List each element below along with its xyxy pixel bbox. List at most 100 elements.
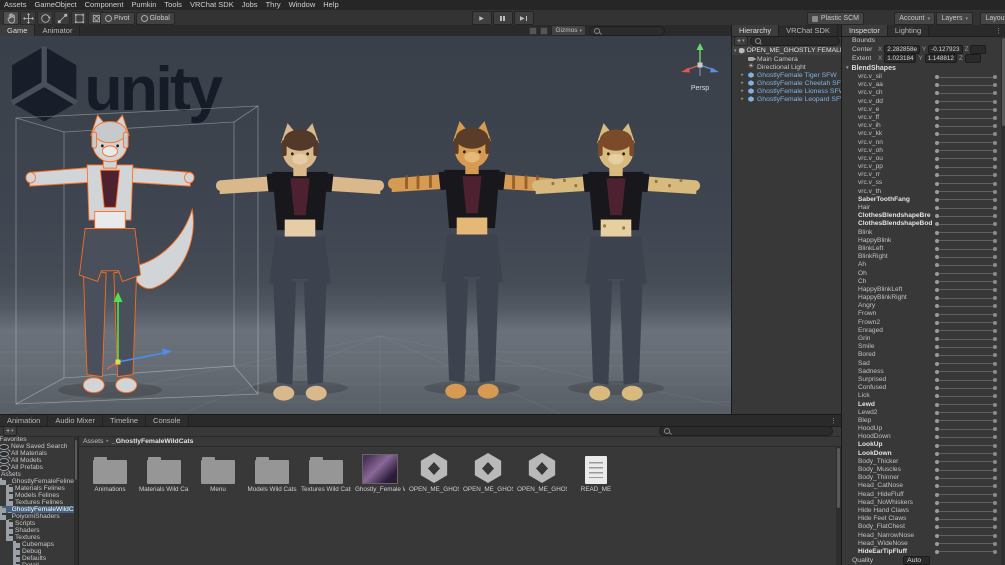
scene-root-row[interactable]: ▾ OPEN_ME_GHOSTLY FEMALE Wild ⋮: [732, 46, 842, 55]
tree-item[interactable]: Debug: [0, 548, 78, 555]
inspector-tab[interactable]: Lighting: [887, 25, 930, 36]
asset-item[interactable]: Menu: [195, 452, 241, 493]
character-tan-cat[interactable]: [214, 120, 386, 408]
blendshape-slider[interactable]: [935, 435, 997, 440]
blendshape-slider[interactable]: [935, 443, 997, 448]
project-scrollbar[interactable]: [836, 446, 841, 565]
blendshape-slider[interactable]: [935, 328, 997, 333]
extent-y-field[interactable]: 1.148812: [924, 54, 957, 63]
blendshape-slider[interactable]: [935, 500, 997, 505]
scrollbar-thumb[interactable]: [837, 448, 840, 508]
bottom-tab[interactable]: Audio Mixer: [48, 415, 103, 426]
menu-item[interactable]: Jobs: [238, 0, 262, 10]
center-z-field[interactable]: [970, 45, 987, 54]
blendshape-slider[interactable]: [935, 206, 997, 211]
blendshape-slider[interactable]: [935, 197, 997, 202]
blendshape-slider[interactable]: [935, 386, 997, 391]
tree-item[interactable]: Defaults: [0, 555, 78, 562]
blendshape-slider[interactable]: [935, 312, 997, 317]
asset-item[interactable]: OPEN_ME_GHOS...: [517, 452, 567, 493]
bottom-tab[interactable]: Animation: [0, 415, 49, 426]
asset-item[interactable]: Models Wild Cats: [248, 452, 297, 493]
asset-item[interactable]: Materials Wild Ca...: [139, 452, 189, 493]
blendshape-slider[interactable]: [935, 230, 997, 235]
hierarchy-item[interactable]: ▸ GhostlyFemale Cheetah SFW: [732, 79, 842, 87]
pivot-button[interactable]: Pivot: [100, 12, 135, 25]
blendshape-slider[interactable]: [935, 353, 997, 358]
gizmos-dropdown[interactable]: Gizmos ▾: [551, 25, 586, 36]
blendshape-slider[interactable]: [935, 247, 997, 252]
blendshape-slider[interactable]: [935, 156, 997, 161]
scale-tool-icon[interactable]: [54, 11, 70, 25]
menu-item[interactable]: Component: [81, 0, 128, 10]
asset-item[interactable]: OPEN_ME_GHOS...: [409, 452, 459, 493]
blendshape-slider[interactable]: [935, 345, 997, 350]
scrollbar-thumb[interactable]: [75, 440, 77, 480]
asset-item[interactable]: Textures Wild Cats: [301, 452, 351, 493]
hierarchy-item[interactable]: Main Camera: [732, 55, 842, 63]
step-button[interactable]: ▶: [513, 11, 534, 25]
tree-item[interactable]: All Models: [0, 457, 78, 464]
expand-arrow-icon[interactable]: ▸: [740, 72, 745, 78]
tree-item[interactable]: All Materials: [0, 450, 78, 457]
blendshape-slider[interactable]: [935, 91, 997, 96]
blendshape-slider[interactable]: [935, 271, 997, 276]
tree-item[interactable]: Textures: [0, 534, 78, 541]
extent-x-field[interactable]: 1.023184: [884, 54, 917, 63]
project-search[interactable]: [659, 426, 833, 436]
blendshape-slider[interactable]: [935, 279, 997, 284]
character-leopard[interactable]: [530, 120, 702, 408]
expand-arrow-icon[interactable]: ▸: [740, 80, 745, 86]
move-gizmo[interactable]: [102, 290, 182, 374]
blendshape-slider[interactable]: [935, 83, 997, 88]
blendshape-slider[interactable]: [935, 451, 997, 456]
pause-button[interactable]: [492, 11, 513, 25]
extent-z-field[interactable]: [964, 54, 981, 63]
blendshape-slider[interactable]: [935, 304, 997, 309]
bottom-tab[interactable]: Console: [146, 415, 189, 426]
blendshape-slider[interactable]: [935, 476, 997, 481]
blendshape-slider[interactable]: [935, 148, 997, 153]
rect-tool-icon[interactable]: [71, 11, 87, 25]
blendshape-slider[interactable]: [935, 459, 997, 464]
tree-item[interactable]: Cubemaps: [0, 541, 78, 548]
tree-item[interactable]: Assets: [0, 471, 78, 478]
blendshape-slider[interactable]: [935, 418, 997, 423]
blendshape-slider[interactable]: [935, 75, 997, 80]
hierarchy-item[interactable]: Directional Light: [732, 63, 842, 71]
blendshape-slider[interactable]: [935, 509, 997, 514]
blendshape-slider[interactable]: [935, 124, 997, 129]
bottom-tab[interactable]: Timeline: [102, 415, 147, 426]
blendshape-slider[interactable]: [935, 255, 997, 260]
blendshape-slider[interactable]: [935, 140, 997, 145]
blendshape-slider[interactable]: [935, 369, 997, 374]
blendshape-slider[interactable]: [935, 189, 997, 194]
blendshape-slider[interactable]: [935, 107, 997, 112]
blendshapes-foldout[interactable]: ▾ BlendShapes: [842, 63, 1001, 73]
menu-item[interactable]: Help: [319, 0, 342, 10]
scene-search-input[interactable]: [602, 27, 662, 34]
tree-item[interactable]: All Prefabs: [0, 464, 78, 471]
tree-item[interactable]: Textures Felines: [0, 499, 78, 506]
expand-arrow-icon[interactable]: ▸: [740, 96, 745, 102]
blendshape-slider[interactable]: [935, 337, 997, 342]
global-button[interactable]: Global: [135, 12, 175, 25]
hierarchy-tab[interactable]: VRChat SDK: [779, 25, 838, 36]
blendshape-slider[interactable]: [935, 296, 997, 301]
blendshape-slider[interactable]: [935, 492, 997, 497]
blendshape-slider[interactable]: [935, 525, 997, 530]
menu-item[interactable]: Assets: [0, 0, 31, 10]
asset-item[interactable]: Ghostly_Female Wi...: [355, 452, 405, 493]
tree-item[interactable]: _GhostlyFemaleFelines: [0, 478, 78, 485]
hierarchy-tab[interactable]: Hierarchy: [732, 25, 780, 36]
blendshape-slider[interactable]: [935, 99, 997, 104]
blendshape-slider[interactable]: [935, 378, 997, 383]
blendshape-slider[interactable]: [935, 181, 997, 186]
asset-item[interactable]: OPEN_ME_GHOS...: [463, 452, 513, 493]
blendshape-slider[interactable]: [935, 402, 997, 407]
blendshape-slider[interactable]: [935, 263, 997, 268]
scene-search[interactable]: [589, 25, 665, 36]
tree-item[interactable]: Shaders: [0, 527, 78, 534]
blendshape-slider[interactable]: [935, 517, 997, 522]
tree-item[interactable]: _PoiyomiShaders: [0, 513, 78, 520]
